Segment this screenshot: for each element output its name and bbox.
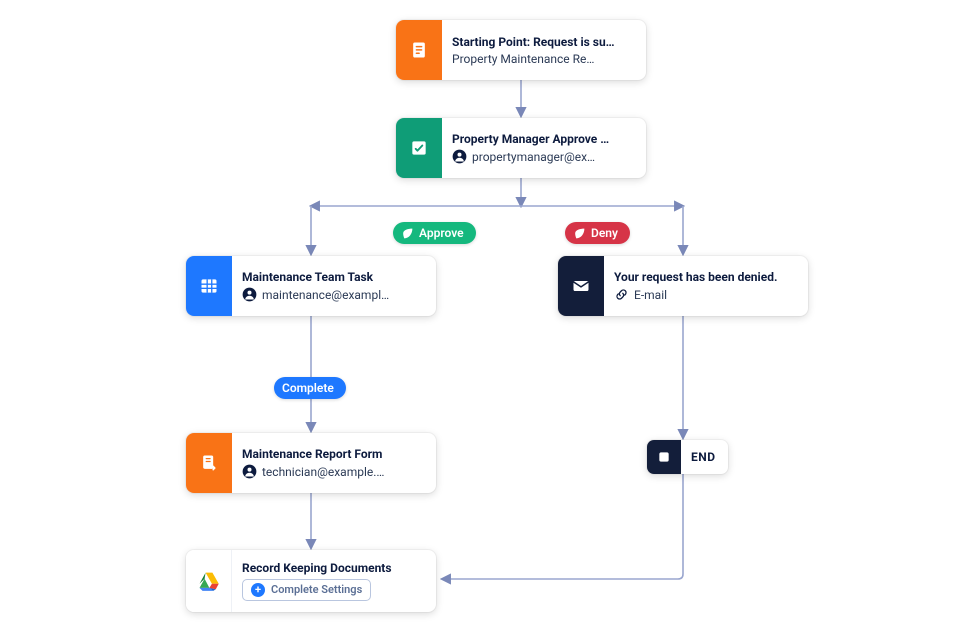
- node-title: Starting Point: Request is su…: [452, 35, 636, 49]
- node-denied[interactable]: Your request has been denied. E-mail: [558, 256, 808, 316]
- leaf-check-icon: [401, 227, 414, 240]
- complete-settings-chip[interactable]: + Complete Settings: [242, 578, 426, 601]
- node-end[interactable]: END: [647, 440, 728, 474]
- stop-icon: [647, 440, 681, 474]
- node-title: Your request has been denied.: [614, 270, 798, 284]
- node-record[interactable]: Record Keeping Documents + Complete Sett…: [186, 550, 436, 612]
- node-title: Maintenance Team Task: [242, 270, 426, 284]
- node-title: Maintenance Report Form: [242, 447, 426, 461]
- document-icon: [396, 20, 442, 80]
- person-icon: [452, 149, 467, 164]
- node-title: Property Manager Approve …: [452, 132, 636, 146]
- workflow-canvas: Starting Point: Request is su… Property …: [0, 0, 968, 633]
- node-subtitle: maintenance@exampl…: [242, 287, 426, 302]
- person-icon: [242, 287, 257, 302]
- end-label: END: [681, 450, 728, 464]
- table-icon: [186, 256, 232, 316]
- form-export-icon: [186, 433, 232, 493]
- link-icon: [614, 287, 629, 302]
- node-start[interactable]: Starting Point: Request is su… Property …: [396, 20, 646, 80]
- leaf-x-icon: [573, 227, 586, 240]
- node-task[interactable]: Maintenance Team Task maintenance@exampl…: [186, 256, 436, 316]
- node-report[interactable]: Maintenance Report Form technician@examp…: [186, 433, 436, 493]
- edge-complete[interactable]: Complete: [274, 377, 346, 399]
- plus-circle-icon: +: [251, 583, 265, 597]
- edge-deny[interactable]: Deny: [565, 222, 630, 244]
- node-approval[interactable]: Property Manager Approve … propertymanag…: [396, 118, 646, 178]
- edge-approve[interactable]: Approve: [393, 222, 476, 244]
- envelope-icon: [558, 256, 604, 316]
- google-drive-icon: [186, 550, 232, 612]
- node-subtitle: Property Maintenance Re…: [452, 52, 636, 66]
- node-subtitle: propertymanager@ex…: [452, 149, 636, 164]
- person-icon: [242, 464, 257, 479]
- connectors: [0, 0, 968, 633]
- approval-icon: [396, 118, 442, 178]
- node-subtitle: technician@example.…: [242, 464, 426, 479]
- node-subtitle: E-mail: [614, 287, 798, 302]
- node-title: Record Keeping Documents: [242, 561, 426, 575]
